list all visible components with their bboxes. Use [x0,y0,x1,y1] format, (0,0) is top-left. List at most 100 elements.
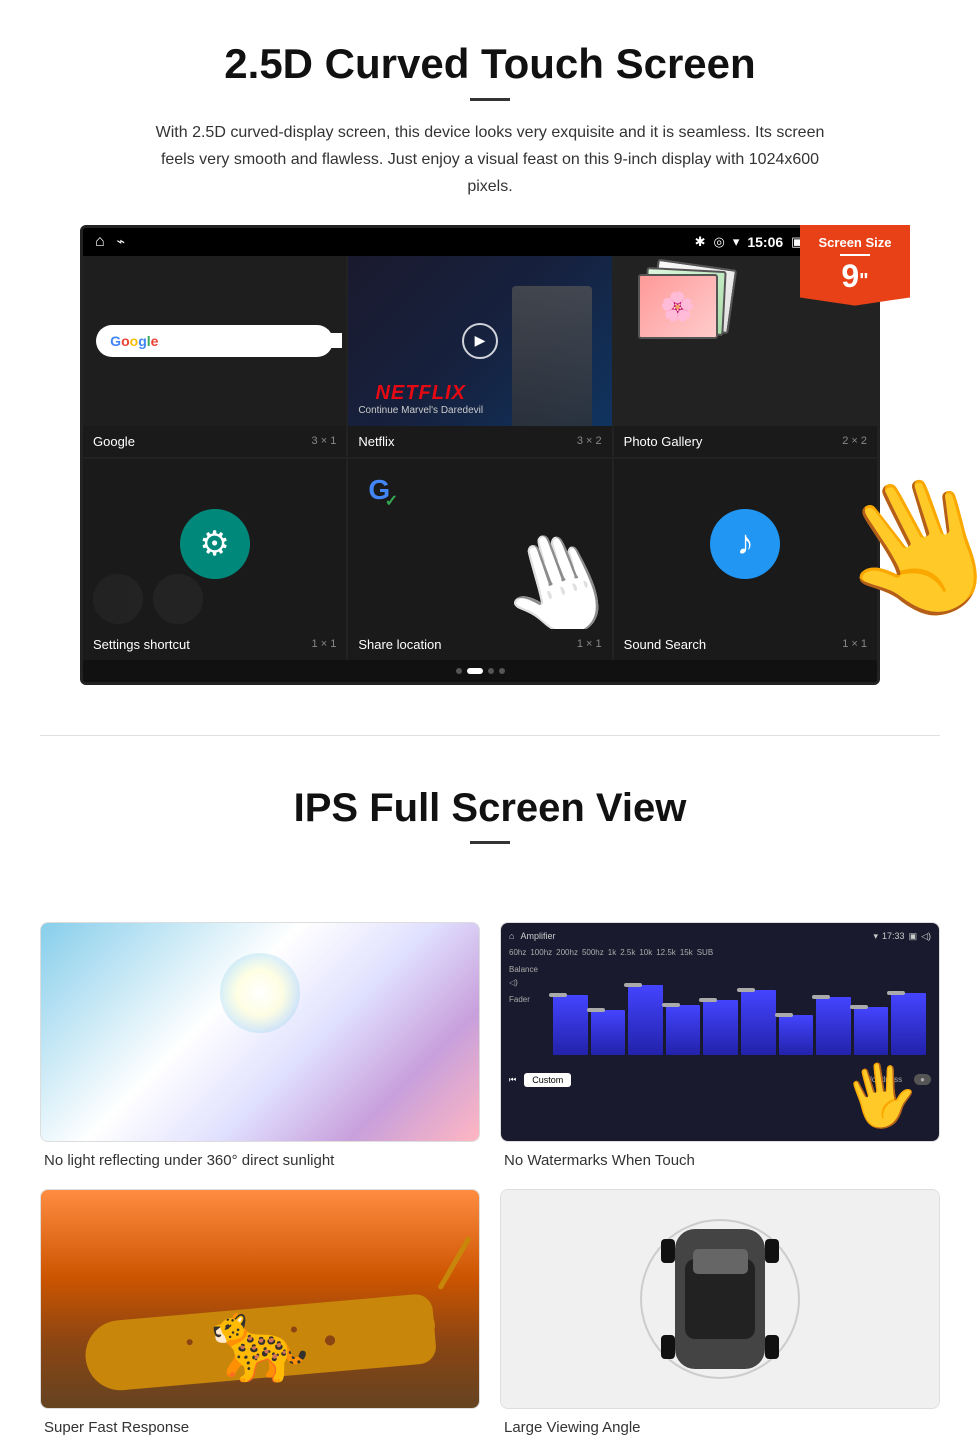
amp-balance-label: Balance ◁) Fader [509,965,544,1065]
status-bar: ⌂ ⌁ ✱ ◎ ▾ 15:06 ▣ ◁) ⊠ ▭ [83,228,877,256]
car-wheel-rr [765,1335,779,1359]
android-screen: ⌂ ⌁ ✱ ◎ ▾ 15:06 ▣ ◁) ⊠ ▭ [80,225,880,685]
amp-bar-1 [553,995,588,1055]
dot-2-active [467,668,483,674]
sound-app-name: Sound Search [624,637,706,652]
amp-icons: ▾ 17:33 ▣ ◁) [874,931,932,942]
google-app-size: 3 × 1 [312,435,337,447]
amp-vol-icon-2: ◁) [509,978,544,987]
photo-stack: 🌸 [633,264,733,354]
netflix-app-name: Netflix [358,434,394,449]
gallery-label-row: Photo Gallery 2 × 2 [614,426,877,457]
sun-burst [220,953,300,1033]
share-app-size: 1 × 1 [577,638,602,650]
location-icon: ◎ [713,234,724,250]
amp-handle-2 [587,1008,605,1012]
hand-on-screen-icon: 🖐 [839,1054,925,1137]
feature-grid: No light reflecting under 360° direct su… [0,902,980,1456]
ips-title-divider [470,841,510,844]
amp-handle-3 [624,983,642,987]
pointing-hand-icon: 🤚 [481,509,612,629]
amp-bar-3 [628,985,663,1055]
sound-app-size: 1 × 1 [842,638,867,650]
badge-divider [840,254,870,256]
app-grid: Google 🎤 Google 3 × 1 [83,256,877,660]
share-app-name: Share location [358,637,441,652]
amp-camera-icon: ▣ [909,931,918,942]
badge-size: 9" [808,260,902,292]
photo-card-3: 🌸 [638,274,718,339]
section1-title: 2.5D Curved Touch Screen [60,40,920,88]
cheetah-visual: 🐆 [41,1190,479,1408]
title-divider [470,98,510,101]
amp-handle-7 [775,1013,793,1017]
wifi-icon: ▾ [733,234,740,250]
google-logo: Google [110,333,158,349]
car-wheel-fr [765,1239,779,1263]
flower-icon: 🌸 [640,276,716,337]
sound-label-row: Sound Search 1 × 1 [614,629,877,660]
amp-bar-7 [779,1015,814,1055]
netflix-subtitle: Continue Marvel's Daredevil [358,405,483,416]
amp-home-icon: ⌂ [509,931,514,941]
amp-custom-btn[interactable]: Custom [524,1073,571,1087]
google-search-bar[interactable]: Google 🎤 [96,325,333,357]
curved-screen-section: 2.5D Curved Touch Screen With 2.5D curve… [0,0,980,705]
shadow-circle-2 [153,574,203,624]
amp-fader-label: Fader [509,995,544,1004]
maps-check-icon: ✓ [385,491,398,511]
car-body [675,1229,765,1369]
google-search-container: Google 🎤 [83,256,346,426]
settings-app-cell[interactable]: ⚙ Settings shortcut 1 × 1 [83,459,346,660]
play-button[interactable]: ▶ [462,323,498,359]
section-divider-line [40,735,940,736]
amp-bar-10 [891,993,926,1055]
feature-caption-amplifier: No Watermarks When Touch [500,1152,940,1169]
settings-app-name: Settings shortcut [93,637,190,652]
settings-icon-circle: ⚙ [180,509,250,579]
amp-bar-9 [854,1007,889,1055]
cheetah-head [395,1308,435,1343]
amp-handle-4 [662,1003,680,1007]
share-app-cell[interactable]: G ✓ 🤚 Share location 1 × 1 [348,459,611,660]
feature-caption-cheetah: Super Fast Response [40,1419,480,1436]
amp-bar-2 [591,1010,626,1055]
amp-bar-8 [816,997,851,1055]
amp-bar-6 [741,990,776,1055]
gallery-app-name: Photo Gallery [624,434,703,449]
car-visual [501,1190,939,1408]
amp-handle-8 [812,995,830,999]
bluetooth-icon: ✱ [695,234,706,250]
shadow-circle-1 [93,574,143,624]
settings-app-size: 1 × 1 [312,638,337,650]
netflix-logo: NETFLIX [358,382,483,405]
amplifier-visual: ⌂ Amplifier ▾ 17:33 ▣ ◁) 60hz100hz200hz5… [501,923,939,1141]
google-app-cell[interactable]: Google 🎤 Google 3 × 1 [83,256,346,457]
google-search-input[interactable] [166,333,342,348]
feature-img-cheetah: 🐆 [40,1189,480,1409]
netflix-app-cell[interactable]: ▶ NETFLIX Continue Marvel's Daredevil Ne… [348,256,611,457]
settings-label-row: Settings shortcut 1 × 1 [83,629,346,660]
amp-handle-6 [737,988,755,992]
feature-amplifier: ⌂ Amplifier ▾ 17:33 ▣ ◁) 60hz100hz200hz5… [500,922,940,1169]
ips-section: IPS Full Screen View [0,766,980,892]
gallery-photos: 🌸 [622,264,744,354]
netflix-info: NETFLIX Continue Marvel's Daredevil [358,382,483,416]
feature-sunlight: No light reflecting under 360° direct su… [40,922,480,1169]
status-time: 15:06 [747,234,783,250]
feature-cheetah: 🐆 Super Fast Response [40,1189,480,1436]
amp-time: 17:33 [882,931,905,942]
amp-bar-5 [703,1000,738,1055]
amp-vol-icon: ◁) [921,931,931,942]
google-app-name: Google [93,434,135,449]
car-circle [640,1219,800,1379]
google-label-row: Google 3 × 1 [83,426,346,457]
pagination-dots [83,660,877,682]
amp-handle-5 [699,998,717,1002]
feature-img-amplifier: ⌂ Amplifier ▾ 17:33 ▣ ◁) 60hz100hz200hz5… [500,922,940,1142]
home-icon[interactable]: ⌂ [95,233,105,251]
status-bar-left: ⌂ ⌁ [95,233,125,251]
dot-1 [456,668,462,674]
usb-icon: ⌁ [117,233,125,250]
share-inner: G ✓ 🤚 [348,459,611,629]
